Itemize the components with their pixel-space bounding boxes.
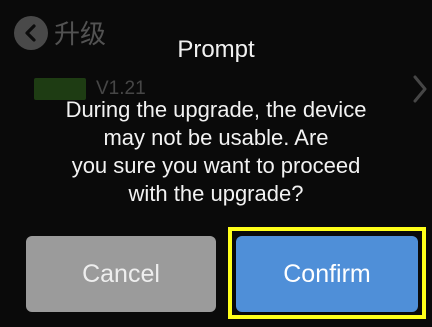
chevron-right-icon [412, 74, 428, 109]
confirm-button[interactable]: Confirm [236, 236, 418, 312]
dialog-title: Prompt [177, 36, 255, 63]
cancel-button[interactable]: Cancel [26, 236, 216, 312]
upgrade-screen: 升级 V1.21 Prompt During the upgrade, the … [0, 0, 432, 327]
dialog-message: During the upgrade, the device may not b… [65, 97, 367, 206]
